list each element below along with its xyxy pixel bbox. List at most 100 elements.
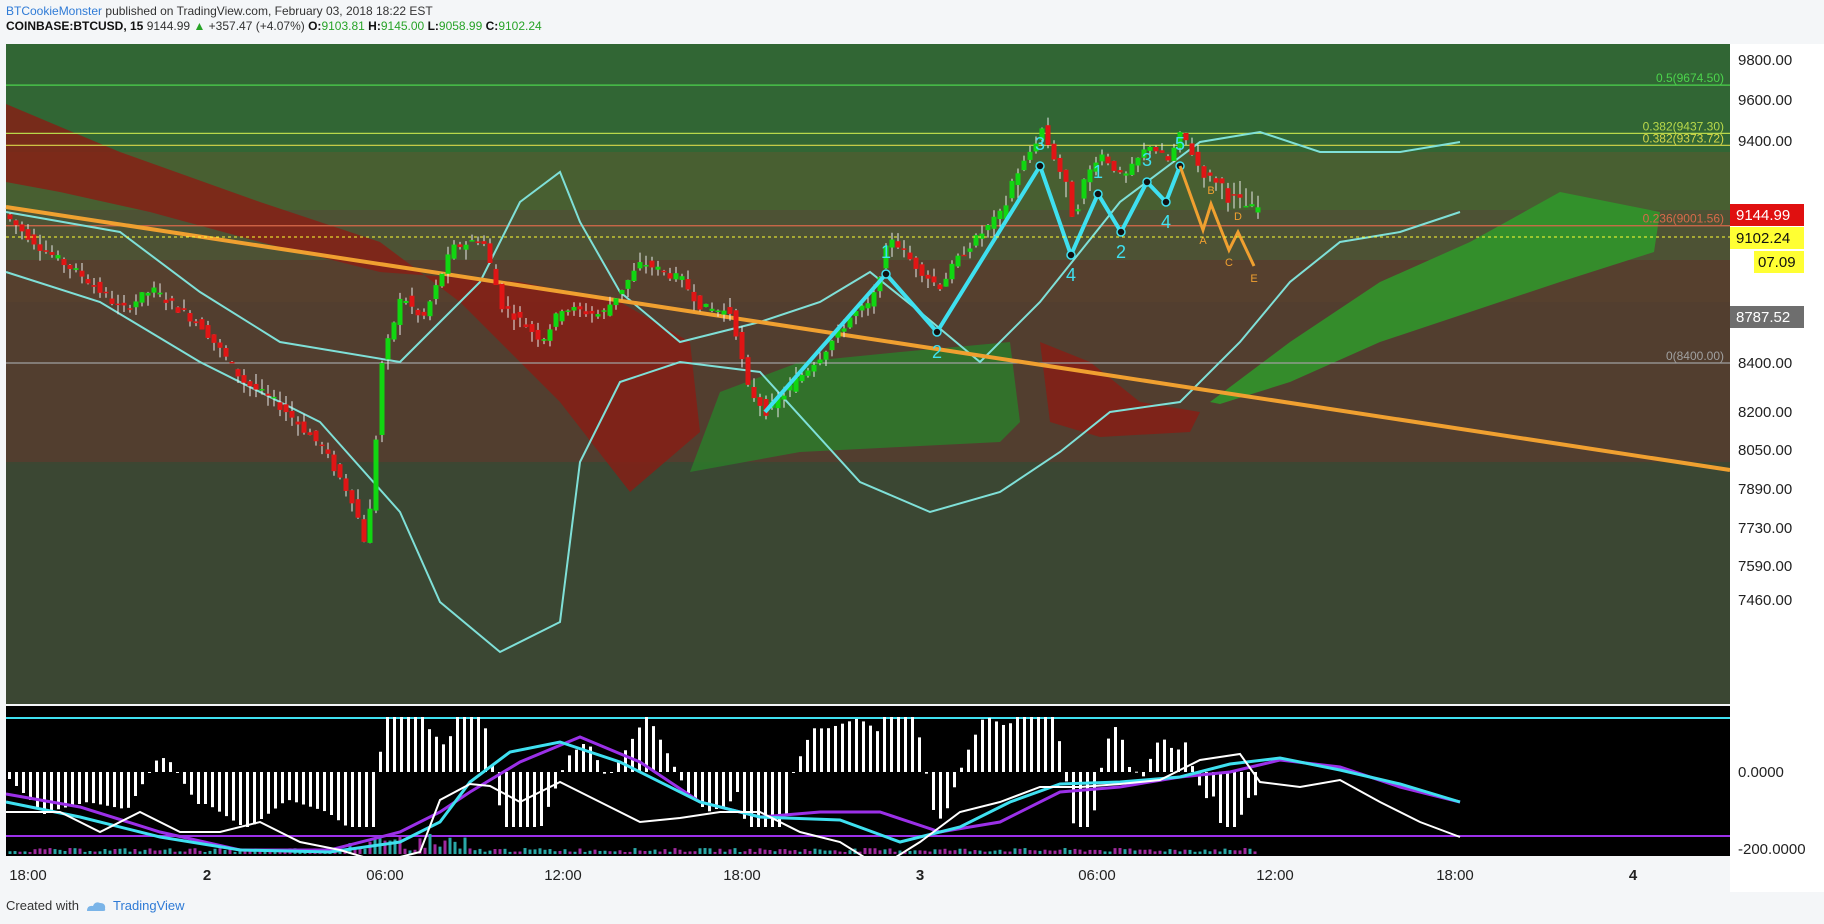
candle-body: [199, 319, 205, 330]
histogram-bar: [330, 772, 333, 815]
histogram-bar: [1002, 724, 1005, 772]
time-label-4: 18:00: [723, 867, 761, 884]
candle-body: [115, 303, 121, 306]
histogram-bar: [92, 772, 95, 804]
histogram-bar: [162, 758, 165, 772]
volume-bar: [533, 849, 537, 854]
wave-label-8: 5: [1175, 134, 1185, 154]
volume-bar: [178, 851, 182, 854]
candle-body: [433, 285, 439, 300]
histogram-bar: [715, 772, 718, 809]
volume-bar: [98, 851, 102, 854]
candle-body: [415, 309, 421, 316]
volume-bar: [523, 848, 527, 854]
volume-bar: [8, 851, 12, 854]
author-link[interactable]: BTCookieMonster: [6, 4, 102, 18]
histogram-bar: [883, 717, 886, 772]
close-value: 9102.24: [498, 19, 542, 33]
fib-label-0: 0.5(9674.50): [1656, 71, 1724, 85]
candle-body: [817, 359, 823, 364]
price-chart[interactable]: 0.5(9674.50)0.382(9437.30)0.382(9373.72)…: [0, 42, 1824, 892]
candle-body: [829, 340, 835, 351]
volume-bar: [113, 849, 117, 854]
volume-bar: [563, 849, 567, 854]
candle-body: [355, 499, 361, 518]
volume-bar: [128, 851, 132, 854]
candle-body: [1213, 178, 1219, 183]
close-label: C:: [485, 19, 499, 33]
volume-bar: [613, 851, 617, 854]
volume-bar: [703, 848, 707, 854]
histogram-bar: [71, 772, 74, 806]
volume-bar: [833, 850, 837, 854]
candle-body: [289, 410, 295, 418]
histogram-bar: [680, 772, 683, 781]
volume-bar: [1003, 851, 1007, 854]
volume-bar: [578, 848, 582, 854]
histogram-bar: [1212, 772, 1215, 797]
candle-body: [955, 255, 961, 267]
volume-bar: [78, 848, 82, 854]
histogram-bar: [190, 772, 193, 795]
candle-body: [61, 259, 67, 266]
chart-header: BTCookieMonster published on TradingView…: [6, 4, 542, 34]
oscillator-pane[interactable]: [6, 706, 1730, 856]
volume-bar: [918, 850, 922, 854]
histogram-bar: [1170, 747, 1173, 772]
candle-body: [619, 289, 625, 295]
candle-body: [55, 255, 61, 259]
volume-bar: [513, 851, 517, 854]
candle-body: [703, 303, 709, 307]
last-price-tag-text: 9144.99: [1736, 207, 1790, 224]
volume-bar: [148, 848, 152, 854]
candle-body: [259, 389, 265, 391]
volume-bar: [958, 848, 962, 854]
volume-bar: [1108, 851, 1112, 854]
volume-bar: [698, 848, 702, 854]
candle-body: [559, 311, 565, 322]
histogram-bar: [638, 727, 641, 772]
candle-body: [19, 224, 25, 232]
volume-bar: [738, 851, 742, 854]
histogram-bar: [519, 772, 522, 827]
volume-bar: [503, 848, 507, 854]
volume-bar: [943, 848, 947, 854]
histogram-bar: [1135, 771, 1138, 773]
volume-bar: [798, 851, 802, 854]
histogram-bar: [316, 772, 319, 809]
volume-bar: [1178, 851, 1182, 854]
volume-bar: [53, 849, 57, 854]
candle-body: [757, 397, 763, 406]
candle-body: [811, 364, 817, 372]
candle-body: [133, 301, 139, 308]
histogram-bar: [575, 749, 578, 772]
tradingview-link[interactable]: TradingView: [113, 898, 185, 913]
histogram-bar: [463, 717, 466, 772]
histogram-bar: [99, 772, 102, 805]
volume-bar: [83, 851, 87, 854]
price-label-8: 7730.00: [1738, 520, 1792, 537]
volume-bar: [468, 848, 472, 854]
candle-body: [97, 281, 103, 293]
candle-body: [121, 302, 127, 306]
histogram-bar: [484, 728, 487, 772]
candle-body: [1207, 172, 1213, 176]
histogram-bar: [477, 717, 480, 772]
histogram-bar: [127, 772, 130, 808]
price-label-1: 9600.00: [1738, 92, 1792, 109]
candle-body: [163, 299, 169, 303]
volume-bar: [1153, 851, 1157, 854]
candle-body: [643, 264, 649, 267]
histogram-bar: [302, 772, 305, 805]
volume-bar: [193, 848, 197, 854]
volume-bar: [708, 848, 712, 854]
histogram-bar: [1149, 758, 1152, 772]
histogram-bar: [386, 717, 389, 772]
volume-bar: [758, 848, 762, 854]
volume-bar: [218, 848, 222, 854]
candle-body: [751, 387, 757, 399]
wave-pivot: [932, 327, 942, 337]
volume-bar: [623, 851, 627, 854]
candle-body: [937, 284, 943, 290]
candle-body: [919, 264, 925, 276]
